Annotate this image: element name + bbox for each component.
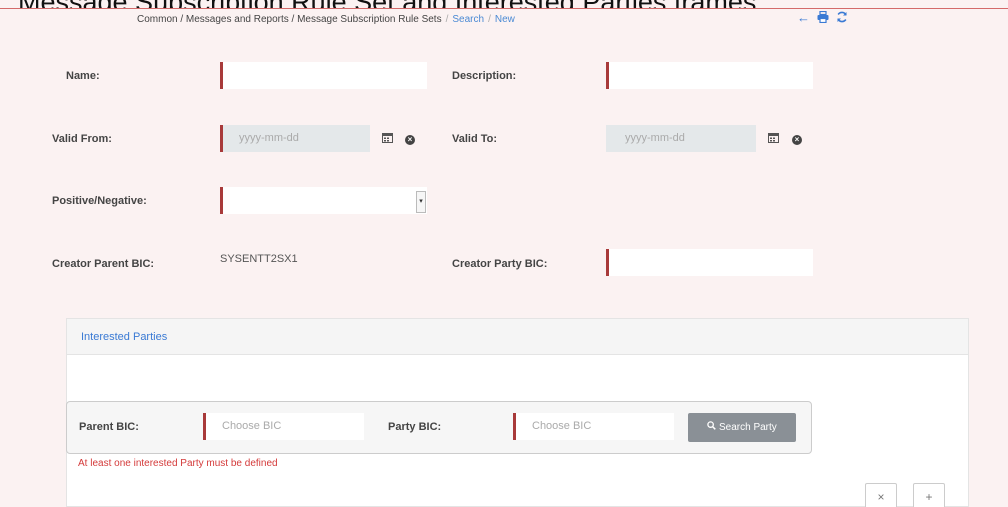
name-input[interactable] bbox=[220, 62, 427, 89]
search-party-button[interactable]: Search Party bbox=[688, 413, 796, 442]
breadcrumb-new: New bbox=[494, 14, 515, 25]
breadcrumb-search-link[interactable]: Search bbox=[452, 14, 484, 25]
toolbar-icons: ← bbox=[797, 11, 848, 26]
arrow-left-icon[interactable]: ← bbox=[797, 11, 810, 26]
parent-bic-label: Parent BIC: bbox=[79, 421, 139, 433]
valid-from-input[interactable]: yyyy-mm-dd bbox=[220, 125, 370, 152]
creator-parent-bic-label: Creator Parent BIC: bbox=[52, 258, 155, 270]
clear-icon[interactable]: × bbox=[403, 132, 417, 146]
validation-error: At least one interested Party must be de… bbox=[78, 458, 278, 469]
remove-button[interactable]: × bbox=[865, 483, 897, 507]
positive-negative-select[interactable] bbox=[220, 187, 427, 214]
search-icon bbox=[707, 421, 719, 433]
breadcrumb-path: Common / Messages and Reports / Message … bbox=[137, 14, 442, 25]
creator-parent-bic-value: SYSENTT2SX1 bbox=[220, 253, 298, 265]
positive-negative-label: Positive/Negative: bbox=[52, 195, 147, 207]
calendar-icon[interactable] bbox=[766, 132, 780, 147]
breadcrumb: Common / Messages and Reports / Message … bbox=[137, 14, 515, 25]
party-bic-label: Party BIC: bbox=[388, 421, 442, 433]
parent-bic-input[interactable]: Choose BIC bbox=[203, 413, 364, 440]
calendar-icon[interactable] bbox=[380, 132, 394, 147]
add-button[interactable]: + bbox=[913, 483, 945, 507]
name-label: Name: bbox=[66, 70, 100, 82]
creator-party-bic-label: Creator Party BIC: bbox=[452, 258, 548, 270]
description-label: Description: bbox=[452, 70, 517, 82]
party-bic-input[interactable]: Choose BIC bbox=[513, 413, 674, 440]
top-bar: Common / Messages and Reports / Message … bbox=[0, 8, 1008, 31]
chevron-down-icon[interactable]: ▾ bbox=[416, 191, 426, 213]
creator-party-bic-input[interactable] bbox=[606, 249, 813, 276]
valid-from-label: Valid From: bbox=[52, 133, 112, 145]
search-party-label: Search Party bbox=[718, 422, 777, 433]
refresh-icon[interactable] bbox=[835, 11, 848, 26]
valid-to-input[interactable]: yyyy-mm-dd bbox=[606, 125, 756, 152]
valid-to-label: Valid To: bbox=[452, 133, 498, 145]
clear-icon[interactable]: × bbox=[790, 132, 804, 146]
panel-title: Interested Parties bbox=[67, 319, 968, 355]
print-icon[interactable] bbox=[816, 10, 829, 26]
description-input[interactable] bbox=[606, 62, 813, 89]
